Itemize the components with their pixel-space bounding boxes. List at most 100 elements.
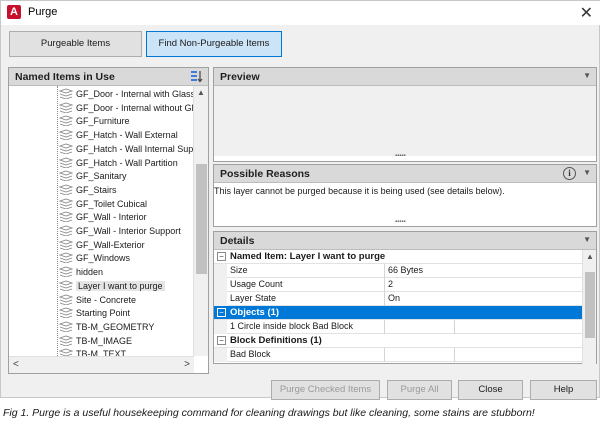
chevron-down-icon[interactable]: ▼ [583,168,591,177]
tab-purgeable-items-label: Purgeable Items [40,38,111,49]
layer-item[interactable]: GF_Sanitary [59,170,127,183]
layer-item[interactable]: GF_Hatch - Wall Internal Sup [59,143,193,156]
named-items-title: Named Items in Use [15,71,115,83]
purge-all-button[interactable]: Purge All [387,380,452,400]
layer-item-label: GF_Furniture [76,116,130,127]
collapse-icon[interactable]: − [217,336,226,345]
layer-item[interactable]: GF_Hatch - Wall Partition [59,157,178,170]
layer-item-label: TB-M_IMAGE [76,335,133,346]
layer-item[interactable]: GF_Door - Internal with Glass [59,88,194,101]
layer-item[interactable]: GF_Toilet Cubical [59,198,147,211]
tab-purgeable-items[interactable]: Purgeable Items [9,31,142,57]
property-row-size[interactable]: Size 66 Bytes [214,264,583,278]
layer-item[interactable]: GF_Door - Internal without Gl [59,102,194,115]
layer-item[interactable]: GF_Hatch - Wall External [59,129,178,142]
tree-horizontal-scrollbar[interactable]: < > [9,356,194,373]
layer-stack-icon [59,157,73,168]
objects-group-row[interactable]: − Objects (1) [214,306,583,320]
layer-stack-icon [59,115,73,127]
layer-item[interactable]: Layer I want to purge [59,280,165,293]
splitter-grip-icon[interactable]: ▪▪▪▪▪ [395,153,406,159]
layer-item[interactable]: GF_Wall - Interior Support [59,225,181,238]
property-row-usage-count[interactable]: Usage Count 2 [214,278,583,292]
layer-item-label: GF_Stairs [76,184,117,195]
chevron-down-icon[interactable]: ▼ [583,71,591,80]
splitter-grip-icon[interactable]: ▪▪▪▪▪ [395,219,406,225]
object-row[interactable]: 1 Circle inside block Bad Block [214,320,583,334]
purge-dialog: A Purge ✕ Purgeable Items Find Non-Purge… [0,0,601,400]
layer-item[interactable]: TB-M_GEOMETRY [59,321,154,334]
preview-title: Preview [220,71,260,83]
layer-stack-icon [59,102,73,113]
details-header[interactable]: Details ▼ [214,232,596,250]
layer-stack-icon [59,170,73,182]
layer-item-label: Site - Concrete [76,294,137,305]
layer-stack-icon [59,129,73,141]
layer-stack-icon [59,335,73,346]
sort-icon[interactable] [190,70,204,83]
scroll-up-arrow-icon[interactable]: ▲ [197,88,205,97]
layer-item-label: GF_Wall-Exterior [76,239,145,250]
layer-stack-icon [59,143,73,154]
property-value: 2 [388,279,394,289]
chevron-down-icon[interactable]: ▼ [583,235,591,244]
layer-item[interactable]: hidden [59,266,103,279]
tree-connector-line [57,86,58,356]
layer-item[interactable]: GF_Stairs [59,184,117,197]
scroll-right-arrow-icon[interactable]: > [184,359,190,370]
block-definitions-group-row[interactable]: − Block Definitions (1) [214,334,583,348]
object-row-text: 1 Circle inside block Bad Block [230,321,354,331]
close-icon[interactable]: ✕ [580,3,593,23]
layer-stack-icon [59,280,73,291]
layer-stack-icon [59,198,73,209]
scroll-left-arrow-icon[interactable]: < [13,359,19,370]
details-vertical-scrollbar[interactable]: ▲ [582,250,596,364]
layer-stack-icon [59,266,73,278]
layer-stack-icon [59,321,73,332]
property-value: 66 Bytes [388,265,424,275]
tab-find-non-purgeable-items[interactable]: Find Non-Purgeable Items [146,31,282,57]
named-items-header: Named Items in Use [9,68,208,86]
layer-item[interactable]: GF_Windows [59,252,130,265]
scroll-up-arrow-icon[interactable]: ▲ [586,252,594,261]
collapse-icon[interactable]: − [217,252,226,261]
details-section: Details ▼ − Named Item: Layer I want to … [213,231,597,364]
details-scroll-thumb[interactable] [585,272,595,338]
layer-stack-icon [59,252,73,264]
layer-item[interactable]: GF_Wall - Interior [59,211,147,224]
layer-item-label: TB-M_TEXT [76,349,127,356]
layer-item[interactable]: TB-M_TEXT [59,348,126,356]
layer-stack-icon [59,239,73,250]
details-grid: − Named Item: Layer I want to purge Size… [214,250,583,364]
purge-checked-items-button[interactable]: Purge Checked Items [271,380,380,400]
layer-item-label: GF_Door - Internal without Gl [76,102,194,113]
preview-section: Preview ▼ ▪▪▪▪▪ [213,67,597,162]
layer-stack-icon [59,348,73,356]
named-item-group-row[interactable]: − Named Item: Layer I want to purge [214,250,583,264]
layer-item-label: GF_Hatch - Wall Partition [76,157,178,168]
layer-stack-icon [59,88,73,99]
named-items-tree[interactable]: GF_Door - Internal with Glass GF_Door - I… [9,86,194,356]
preview-header[interactable]: Preview ▼ [214,68,596,86]
tree-vertical-scrollbar[interactable]: ▲ [193,86,208,356]
property-key: Usage Count [230,279,283,289]
layer-item[interactable]: Starting Point [59,307,130,320]
close-button[interactable]: Close [458,380,523,400]
layer-item-label: Layer I want to purge [76,280,165,291]
layer-item-label: GF_Sanitary [76,171,127,182]
info-icon[interactable]: i [563,167,576,180]
layer-item-label: GF_Wall - Interior Support [76,226,181,236]
block-definition-row[interactable]: Bad Block [214,348,583,362]
property-value: On [388,293,401,303]
layer-stack-icon [59,307,73,319]
layer-item[interactable]: Site - Concrete [59,294,136,307]
property-row-layer-state[interactable]: Layer State On [214,292,583,306]
layer-item[interactable]: TB-M_IMAGE [59,335,132,348]
possible-reasons-header[interactable]: Possible Reasons i ▼ [214,165,596,183]
help-button[interactable]: Help [530,380,597,400]
tree-scroll-thumb[interactable] [196,164,207,274]
collapse-icon[interactable]: − [217,308,226,317]
layer-item[interactable]: GF_Furniture [59,115,130,128]
layer-item-label: hidden [76,267,104,278]
layer-item[interactable]: GF_Wall-Exterior [59,239,145,252]
